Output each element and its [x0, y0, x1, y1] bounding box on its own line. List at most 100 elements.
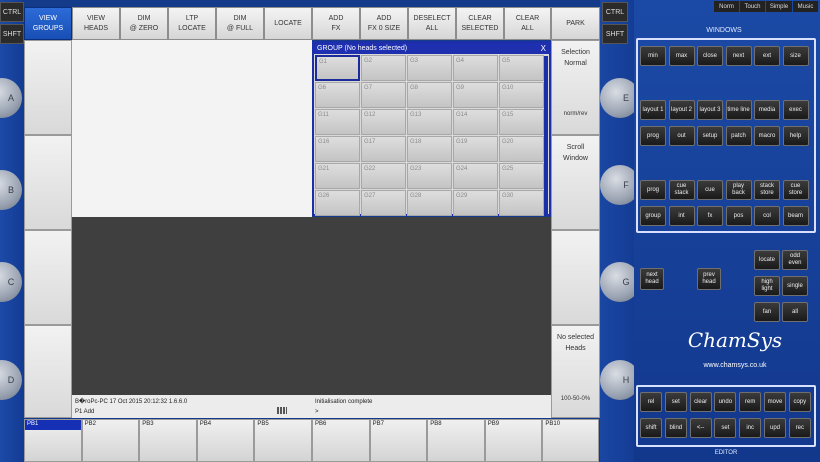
group-cell-g26[interactable]: G26 [315, 190, 360, 216]
window-button-group[interactable]: group [640, 206, 666, 226]
window-button-setup[interactable]: setup [697, 126, 723, 146]
toolbar-clear-selected-button[interactable]: CLEAR SELECTED [456, 7, 504, 40]
group-cell-g30[interactable]: G30 [499, 190, 544, 216]
window-button-ext[interactable]: ext [754, 46, 780, 66]
window-button-exec[interactable]: exec [782, 100, 809, 120]
toolbar-park-button[interactable]: PARK [551, 7, 600, 40]
group-cell-g20[interactable]: G20 [499, 136, 544, 162]
playback-pb7[interactable]: PB7 [369, 419, 428, 462]
window-button-layout-2[interactable]: layout 2 [668, 100, 695, 120]
toolbar-ltp-locate-button[interactable]: LTP LOCATE [168, 7, 216, 40]
ctrl-key-right[interactable]: CTRL [602, 2, 628, 22]
group-window-title[interactable]: GROUP (No heads selected) [314, 43, 549, 54]
playback-pb2[interactable]: PB2 [81, 419, 140, 462]
grip-icon[interactable] [277, 407, 287, 414]
window-button-prog[interactable]: prog [640, 180, 666, 200]
group-cell-g19[interactable]: G19 [453, 136, 498, 162]
editor-button-set[interactable]: set [714, 418, 737, 438]
window-button-col[interactable]: col [754, 206, 780, 226]
window-button-pos[interactable]: pos [725, 206, 752, 226]
editor-button-upd[interactable]: upd [764, 418, 786, 438]
group-cell-g7[interactable]: G7 [361, 82, 406, 108]
window-button-time-line[interactable]: time line [725, 100, 752, 120]
window-button-stack-store[interactable]: stack store [754, 180, 780, 200]
no-selected-heads-softkey[interactable]: No selected Heads 100-50-0% [551, 325, 600, 418]
editor-button-move[interactable]: move [764, 392, 786, 412]
mode-tab-music[interactable]: Music [793, 1, 818, 12]
window-button-cue[interactable]: cue [697, 180, 723, 200]
group-cell-g3[interactable]: G3 [407, 55, 452, 81]
group-cell-g12[interactable]: G12 [361, 109, 406, 135]
command-line[interactable]: P1 Add [75, 407, 309, 417]
left-softkey-3[interactable] [24, 230, 72, 325]
window-button-layout-1[interactable]: layout 1 [640, 100, 666, 120]
group-cell-g11[interactable]: G11 [315, 109, 360, 135]
group-cell-g5[interactable]: G5 [499, 55, 544, 81]
playback-pb6[interactable]: PB6 [312, 419, 370, 462]
editor-button-back[interactable]: <-- [689, 418, 712, 438]
group-cell-g25[interactable]: G25 [499, 163, 544, 189]
group-cell-g10[interactable]: G10 [499, 82, 544, 108]
group-cell-g16[interactable]: G16 [315, 136, 360, 162]
group-cell-g24[interactable]: G24 [453, 163, 498, 189]
mode-tab-touch[interactable]: Touch [740, 1, 765, 12]
odd-even-button[interactable]: odd even [782, 250, 808, 270]
group-cell-g17[interactable]: G17 [361, 136, 406, 162]
editor-button-copy[interactable]: copy [788, 392, 811, 412]
next-head-button[interactable]: next head [640, 268, 664, 290]
editor-button-clear[interactable]: clear [689, 392, 712, 412]
group-cell-g22[interactable]: G22 [361, 163, 406, 189]
window-button-help[interactable]: help [782, 126, 809, 146]
group-scrollbar[interactable] [544, 56, 548, 214]
single-button[interactable]: single [782, 276, 808, 296]
window-button-patch[interactable]: patch [725, 126, 752, 146]
playback-pb5[interactable]: PB5 [254, 419, 313, 462]
window-button-cue-stack[interactable]: cue stack [668, 180, 695, 200]
window-button-min[interactable]: min [640, 46, 666, 66]
window-button-media[interactable]: media [754, 100, 780, 120]
group-cell-g13[interactable]: G13 [407, 109, 452, 135]
playback-pb8[interactable]: PB8 [427, 419, 485, 462]
group-cell-g15[interactable]: G15 [499, 109, 544, 135]
group-cell-g29[interactable]: G29 [453, 190, 498, 216]
shift-key-left[interactable]: SHFT [0, 24, 24, 44]
toolbar-clear-all-button[interactable]: CLEAR ALL [504, 7, 551, 40]
right-softkey-3[interactable] [551, 230, 600, 325]
left-softkey-4[interactable] [24, 325, 72, 418]
group-cell-g9[interactable]: G9 [453, 82, 498, 108]
playback-pb9[interactable]: PB9 [484, 419, 543, 462]
window-button-max[interactable]: max [668, 46, 695, 66]
group-cell-g1[interactable]: G1 [315, 55, 360, 81]
highlight-button[interactable]: high light [754, 276, 780, 296]
toolbar-add-fx-0-size-button[interactable]: ADD FX 0 SIZE [360, 7, 408, 40]
window-button-beam[interactable]: beam [782, 206, 809, 226]
editor-button-inc[interactable]: inc [739, 418, 762, 438]
selection-normal-softkey[interactable]: Selection Normal norm/rev [551, 40, 600, 135]
scroll-window-softkey[interactable]: Scroll Window [551, 135, 600, 230]
window-button-prog[interactable]: prog [640, 126, 666, 146]
toolbar-locate-button[interactable]: LOCATE [264, 7, 312, 40]
left-softkey-1[interactable] [24, 40, 72, 135]
toolbar-deselect-all-button[interactable]: DESELECT ALL [408, 7, 456, 40]
fan-button[interactable]: fan [754, 302, 780, 322]
editor-button-rec[interactable]: rec [788, 418, 811, 438]
group-cell-g8[interactable]: G8 [407, 82, 452, 108]
group-cell-g21[interactable]: G21 [315, 163, 360, 189]
editor-button-rem[interactable]: rem [739, 392, 762, 412]
editor-button-shift[interactable]: shift [640, 418, 662, 438]
shift-key-right[interactable]: SHFT [602, 24, 628, 44]
group-cell-g6[interactable]: G6 [315, 82, 360, 108]
left-softkey-2[interactable] [24, 135, 72, 230]
mode-tab-simple[interactable]: Simple [766, 1, 792, 12]
window-button-layout-3[interactable]: layout 3 [697, 100, 723, 120]
editor-button-undo[interactable]: undo [714, 392, 737, 412]
window-button-fx[interactable]: fx [697, 206, 723, 226]
playback-pb3[interactable]: PB3 [139, 419, 197, 462]
toolbar-add-fx-button[interactable]: ADD FX [312, 7, 360, 40]
toolbar-dim-zero-button[interactable]: DIM @ ZERO [120, 7, 168, 40]
editor-button-rel[interactable]: rel [640, 392, 662, 412]
toolbar-view-groups-button[interactable]: VIEW GROUPS [24, 7, 72, 40]
window-button-close[interactable]: close [697, 46, 723, 66]
playback-pb4[interactable]: PB4 [196, 419, 255, 462]
window-button-macro[interactable]: macro [754, 126, 780, 146]
